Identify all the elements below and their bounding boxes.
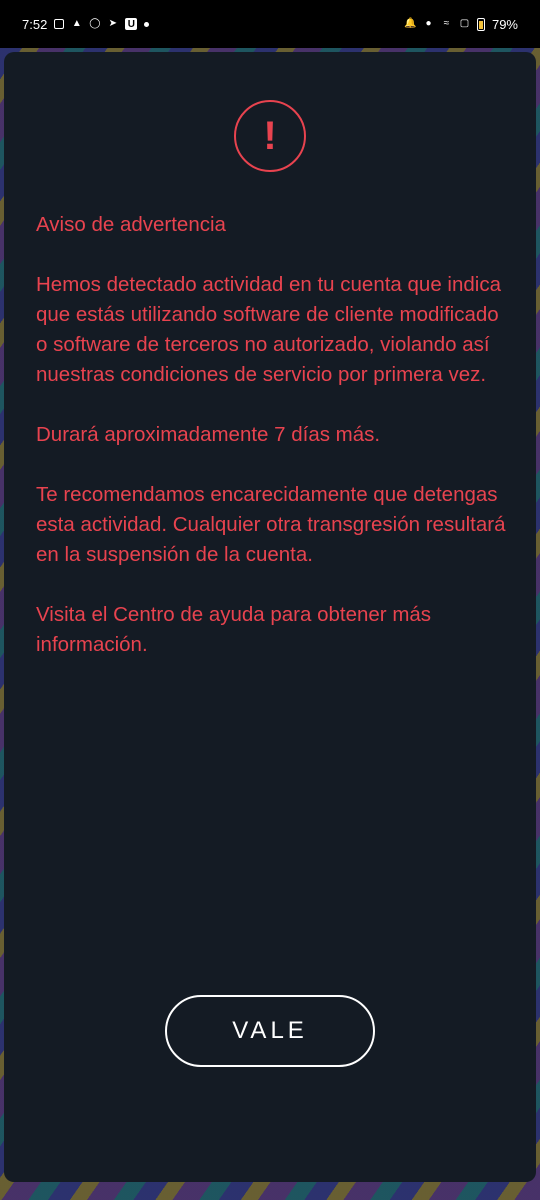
help-center-link[interactable]: Centro de ayuda	[113, 603, 265, 626]
warning-dialog: ! Aviso de advertencia Hemos detectado a…	[4, 52, 536, 1182]
ok-button[interactable]: VALE	[165, 995, 375, 1067]
status-bar: 7:52 ▲ ◯ ➤ U 🔔 ● ≈ ▢ 79%	[0, 0, 540, 48]
ok-button-label: VALE	[232, 1017, 308, 1044]
battery-percent: 79%	[491, 16, 518, 32]
exclamation-glyph: !	[263, 113, 277, 158]
dot-icon	[144, 21, 150, 27]
u-app-icon: U	[125, 18, 138, 30]
status-left: 7:52 ▲ ◯ ➤ U	[22, 16, 150, 32]
dialog-title: Aviso de advertencia	[36, 213, 226, 236]
clock: 7:52	[22, 16, 48, 32]
telegram-icon: ➤	[108, 18, 117, 29]
help-prefix: Visita el	[36, 603, 114, 626]
status-right: 🔔 ● ≈ ▢ 79%	[404, 16, 518, 32]
news-icon	[54, 19, 65, 29]
whatsapp-icon: ◯	[89, 18, 101, 29]
exclamation-circle-icon: !	[234, 100, 306, 172]
warning-message: Aviso de advertencia Hemos detectado act…	[36, 210, 506, 690]
mute-icon: 🔔	[404, 18, 417, 29]
snapchat-icon: ▲	[71, 18, 82, 29]
paragraph-recommendation: Te recomendamos encarecidamente que dete…	[36, 483, 506, 566]
help-line: Visita el Centro de ayuda para obtener m…	[36, 600, 506, 660]
paragraph-detection: Hemos detectado actividad en tu cuenta q…	[36, 273, 501, 386]
location-icon: ●	[425, 18, 432, 29]
paragraph-duration: Durará aproximadamente 7 días más.	[36, 423, 381, 446]
signal-icon: ▢	[459, 18, 470, 29]
wifi-icon: ≈	[443, 18, 450, 29]
battery-icon	[476, 17, 485, 31]
